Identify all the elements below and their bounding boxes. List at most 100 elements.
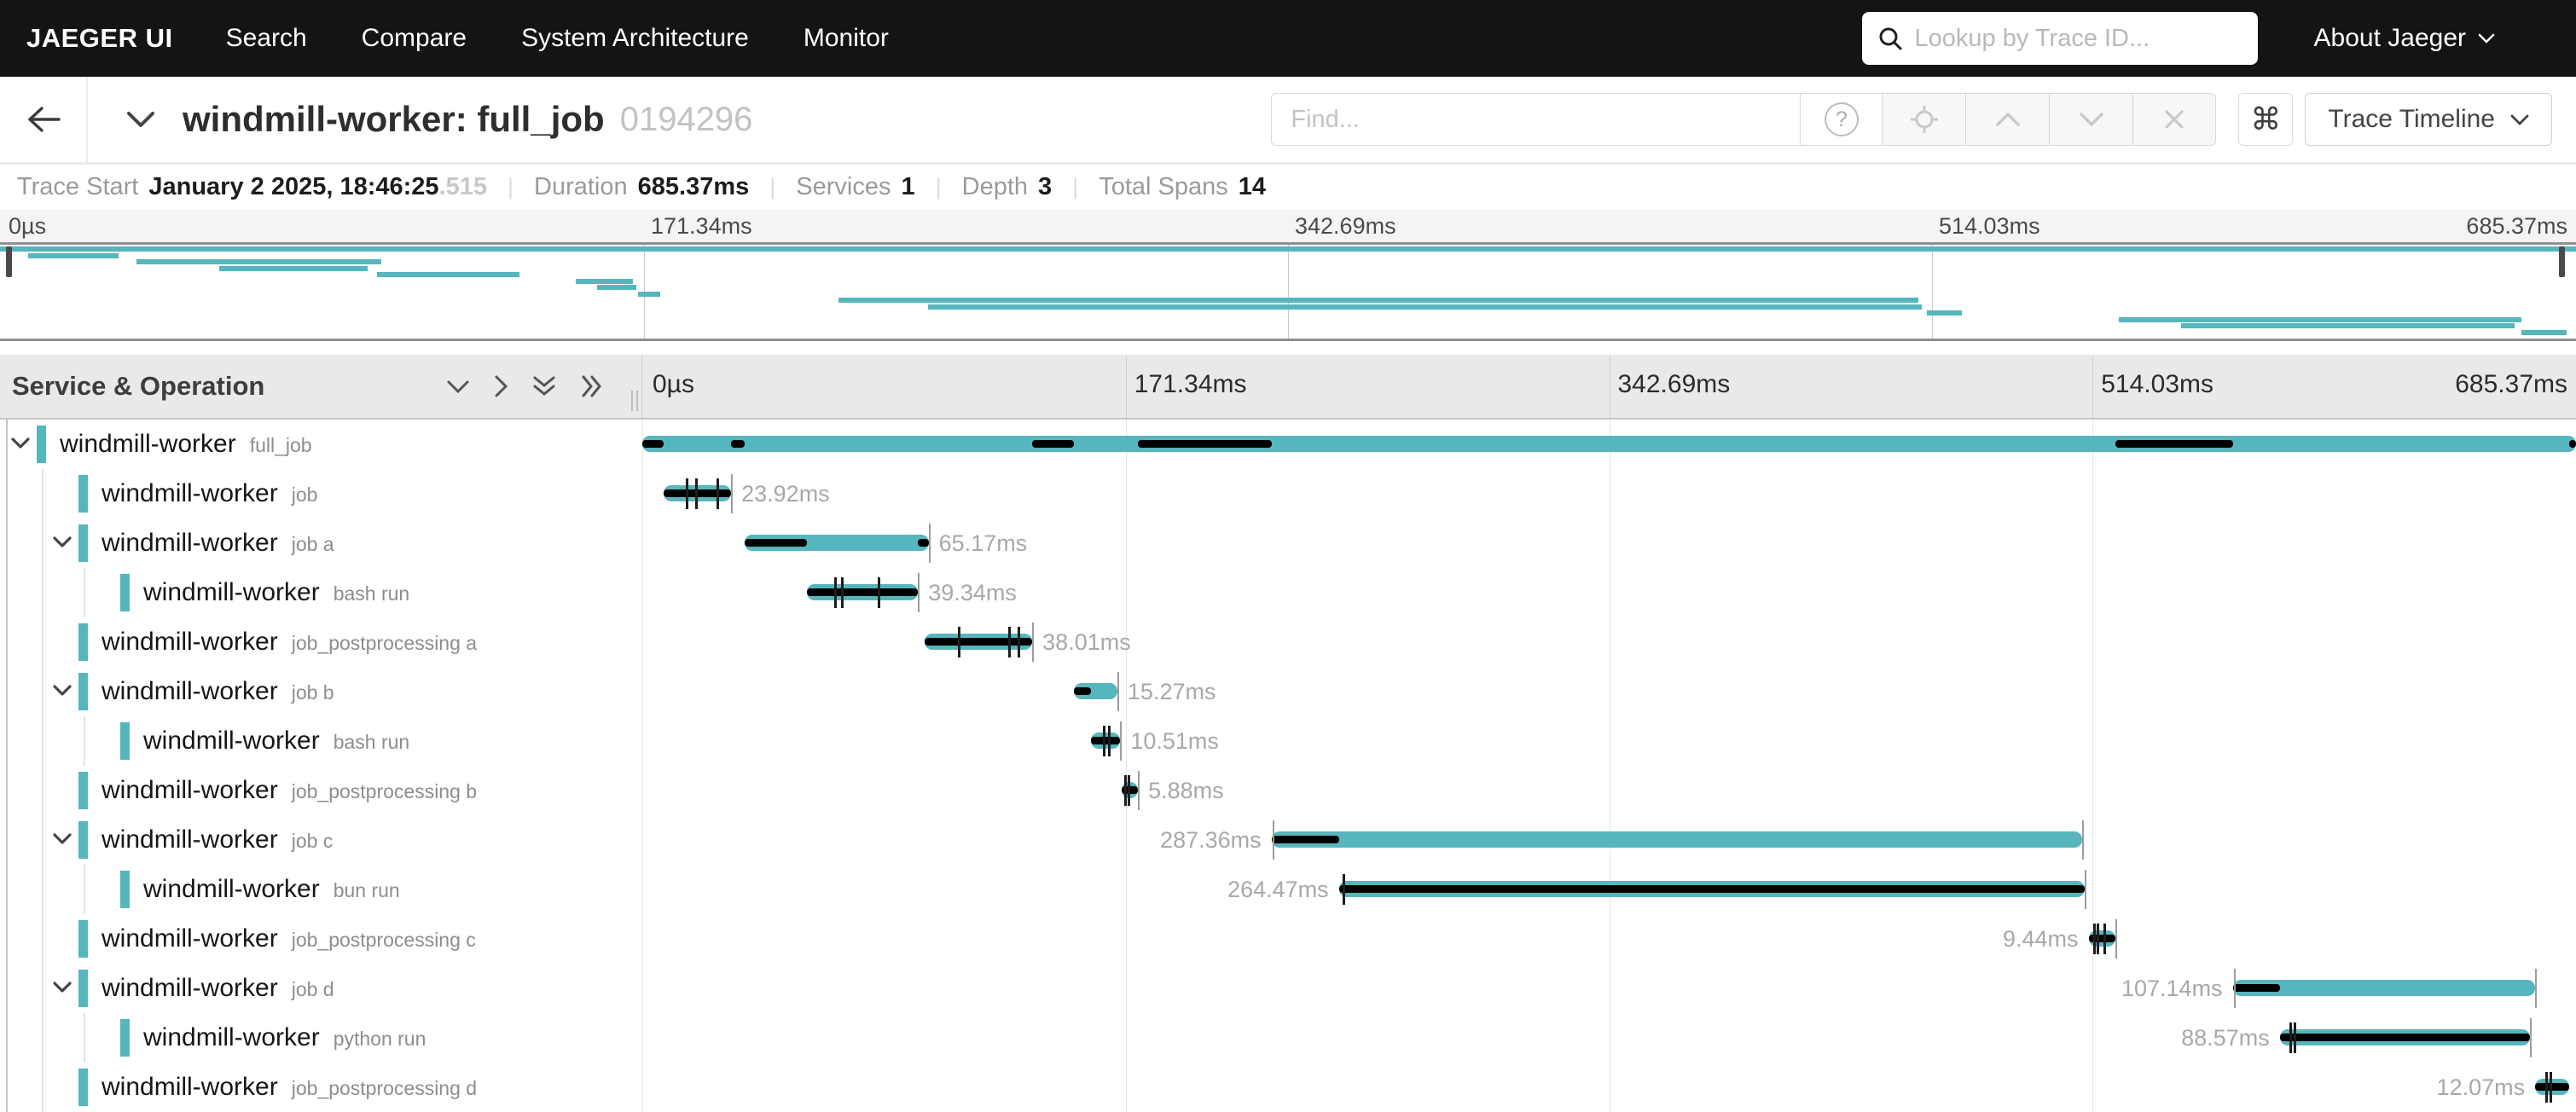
span-row-sidebar[interactable]: windmill-workerfull_job: [0, 420, 642, 469]
find-prev-button[interactable]: [1965, 93, 2049, 146]
span-service-name: windmill-workerbash run: [143, 716, 409, 767]
nav-item-compare[interactable]: Compare: [362, 24, 467, 53]
span-row[interactable]: windmill-workerjob_postprocessing b 5.88…: [0, 766, 2576, 815]
span-row[interactable]: windmill-workerfull_job 685.37ms: [0, 420, 2576, 469]
span-row-sidebar[interactable]: windmill-workerjob_postprocessing d: [0, 1063, 642, 1112]
trace-summary-bar: Trace Start January 2 2025, 18:46:25.515…: [0, 162, 2576, 210]
span-log-tick: [1108, 726, 1111, 756]
span-color-accent: [120, 574, 130, 611]
span-row-track[interactable]: 10.51ms: [642, 716, 2576, 766]
span-bar[interactable]: [1272, 831, 2083, 848]
span-row-track[interactable]: 264.47ms: [642, 865, 2576, 914]
find-locate-button[interactable]: [1882, 93, 1965, 146]
minimap-right-scrubber-handle[interactable]: [2559, 246, 2565, 277]
span-row[interactable]: windmill-workerjob d 107.14ms: [0, 964, 2576, 1013]
span-row-sidebar[interactable]: windmill-workerbun run: [0, 865, 642, 914]
column-resizer-grip[interactable]: [631, 391, 638, 411]
span-service-name: windmill-workerjob_postprocessing c: [102, 914, 476, 964]
span-row-track[interactable]: 5.88ms: [642, 766, 2576, 815]
span-row-sidebar[interactable]: windmill-workerjob a: [0, 518, 642, 568]
nav-item-search[interactable]: Search: [226, 24, 307, 53]
span-row-sidebar[interactable]: windmill-workerjob d: [0, 964, 642, 1013]
minimap-left-scrubber-handle[interactable]: [6, 246, 12, 277]
nav-item-monitor[interactable]: Monitor: [804, 24, 889, 53]
span-row[interactable]: windmill-workerjob c 287.36ms: [0, 815, 2576, 865]
span-expand-chevron-icon[interactable]: [52, 536, 73, 548]
span-row[interactable]: windmill-workerjob_postprocessing d 12.0…: [0, 1063, 2576, 1112]
summary-separator: |: [508, 174, 513, 200]
expand-one-icon[interactable]: [494, 374, 508, 398]
span-row[interactable]: windmill-workerjob b 15.27ms: [0, 667, 2576, 716]
expand-all-icon[interactable]: [580, 374, 604, 398]
app-brand[interactable]: JAEGER UI: [26, 23, 173, 54]
trace-minimap[interactable]: [0, 242, 2576, 341]
span-row-sidebar[interactable]: windmill-workerbash run: [0, 716, 642, 766]
span-row-sidebar[interactable]: windmill-workerjob_postprocessing c: [0, 914, 642, 964]
span-row[interactable]: windmill-workerpython run 88.57ms: [0, 1013, 2576, 1063]
span-row-track[interactable]: 107.14ms: [642, 964, 2576, 1013]
keyboard-shortcuts-button[interactable]: ⌘: [2238, 93, 2293, 146]
trace-id-search-input[interactable]: [1915, 25, 2242, 53]
span-expand-chevron-icon[interactable]: [52, 832, 73, 845]
minimap-tick-label: 514.03ms: [1939, 213, 2040, 240]
critical-path-segment: [2569, 440, 2576, 448]
span-row[interactable]: windmill-workerjob 23.92ms: [0, 469, 2576, 518]
minimap-span-bar: [2119, 317, 2521, 322]
span-row[interactable]: windmill-workerjob_postprocessing a 38.0…: [0, 617, 2576, 667]
span-expand-chevron-icon[interactable]: [52, 684, 73, 697]
span-log-tick: [2550, 1072, 2552, 1103]
span-row[interactable]: windmill-workerjob_postprocessing c 9.44…: [0, 914, 2576, 964]
about-jaeger-menu[interactable]: About Jaeger: [2314, 24, 2495, 53]
span-color-accent: [78, 920, 88, 958]
span-row-track[interactable]: 12.07ms: [642, 1063, 2576, 1112]
trace-view-selector-label: Trace Timeline: [2328, 105, 2495, 134]
span-row-track[interactable]: 15.27ms: [642, 667, 2576, 716]
span-row-track[interactable]: 287.36ms: [642, 815, 2576, 865]
span-row-sidebar[interactable]: windmill-workerjob_postprocessing b: [0, 766, 642, 815]
span-row-track[interactable]: 88.57ms: [642, 1013, 2576, 1063]
span-bar[interactable]: [642, 436, 2576, 452]
span-row-track[interactable]: 685.37ms: [642, 420, 2576, 469]
span-row-sidebar[interactable]: windmill-workerjob: [0, 469, 642, 518]
indent-guide: [42, 815, 44, 865]
collapse-all-icon[interactable]: [532, 374, 556, 398]
span-expand-chevron-icon[interactable]: [10, 437, 31, 449]
trace-id-search-box[interactable]: [1862, 12, 2258, 65]
span-row[interactable]: windmill-workerbash run 39.34ms: [0, 568, 2576, 617]
back-button[interactable]: [0, 77, 88, 162]
minimap-span-bar: [2181, 323, 2514, 328]
span-expand-chevron-icon[interactable]: [52, 981, 73, 993]
span-row-sidebar[interactable]: windmill-workerpython run: [0, 1013, 642, 1063]
critical-path-segment: [1074, 687, 1090, 695]
span-row[interactable]: windmill-workerbun run 264.47ms: [0, 865, 2576, 914]
nav-item-system-architecture[interactable]: System Architecture: [521, 24, 749, 53]
span-boundary-marker: [1120, 721, 1122, 761]
span-row-track[interactable]: 23.92ms: [642, 469, 2576, 518]
summary-separator: |: [1072, 174, 1078, 200]
span-row-sidebar[interactable]: windmill-workerjob c: [0, 815, 642, 865]
span-row-sidebar[interactable]: windmill-workerjob b: [0, 667, 642, 716]
span-operation-name: job_postprocessing b: [292, 780, 477, 802]
span-duration-label: 88.57ms: [2181, 1013, 2270, 1063]
find-toolbar: ?: [1271, 93, 2216, 146]
find-help-button[interactable]: ?: [1800, 93, 1882, 146]
span-row-sidebar[interactable]: windmill-workerbash run: [0, 568, 642, 617]
span-row-sidebar[interactable]: windmill-workerjob_postprocessing a: [0, 617, 642, 667]
collapse-one-icon[interactable]: [446, 379, 470, 394]
indent-guide: [84, 568, 85, 617]
span-row-track[interactable]: 38.01ms: [642, 617, 2576, 667]
trace-view-selector[interactable]: Trace Timeline: [2305, 93, 2552, 146]
span-boundary-marker: [929, 524, 931, 563]
critical-path-segment: [2115, 440, 2233, 448]
span-row-track[interactable]: 39.34ms: [642, 568, 2576, 617]
span-row[interactable]: windmill-workerbash run 10.51ms: [0, 716, 2576, 766]
find-next-button[interactable]: [2049, 93, 2132, 146]
find-input[interactable]: [1271, 93, 1800, 146]
span-service-name: windmill-workerjob_postprocessing d: [102, 1063, 477, 1112]
find-clear-button[interactable]: [2132, 93, 2216, 146]
span-row-track[interactable]: 9.44ms: [642, 914, 2576, 964]
trace-collapse-chevron-icon[interactable]: [126, 111, 155, 128]
span-service-name: windmill-workerpython run: [143, 1013, 426, 1063]
span-row-track[interactable]: 65.17ms: [642, 518, 2576, 568]
span-row[interactable]: windmill-workerjob a 65.17ms: [0, 518, 2576, 568]
